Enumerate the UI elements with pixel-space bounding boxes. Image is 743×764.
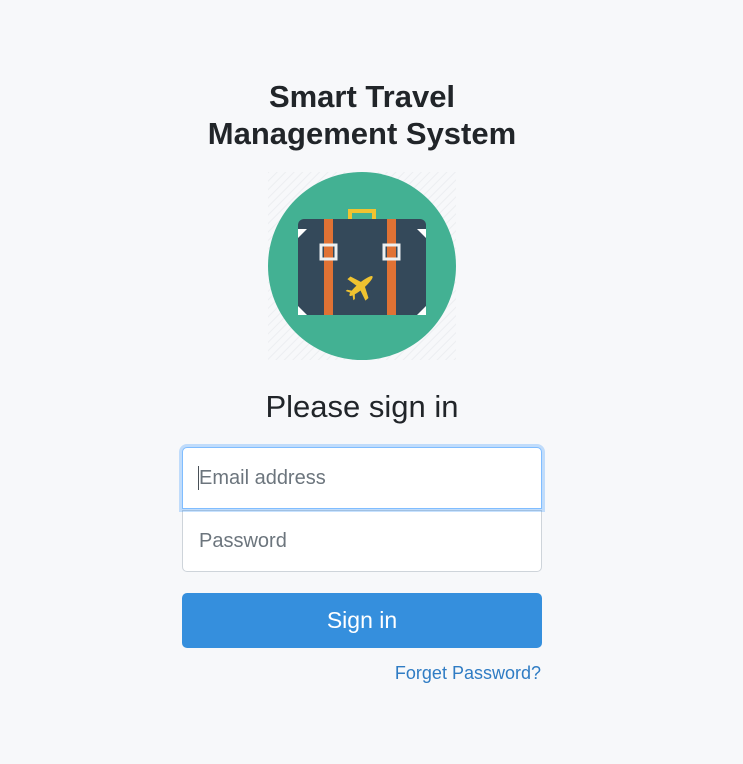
sign-in-button[interactable]: Sign in [182,593,542,648]
app-title-line-1: Smart Travel [268,79,456,114]
signin-heading: Please sign in [265,389,459,424]
email-field[interactable] [182,447,542,509]
login-page: Smart Travel Management System Please si… [0,0,743,764]
suitcase-logo-icon [268,172,456,360]
password-field[interactable] [182,510,542,572]
forget-password-link[interactable]: Forget Password? [395,663,541,684]
app-title: Smart Travel Management System [0,78,724,152]
app-title-line-2: Management System [207,116,517,151]
text-caret [198,466,199,490]
